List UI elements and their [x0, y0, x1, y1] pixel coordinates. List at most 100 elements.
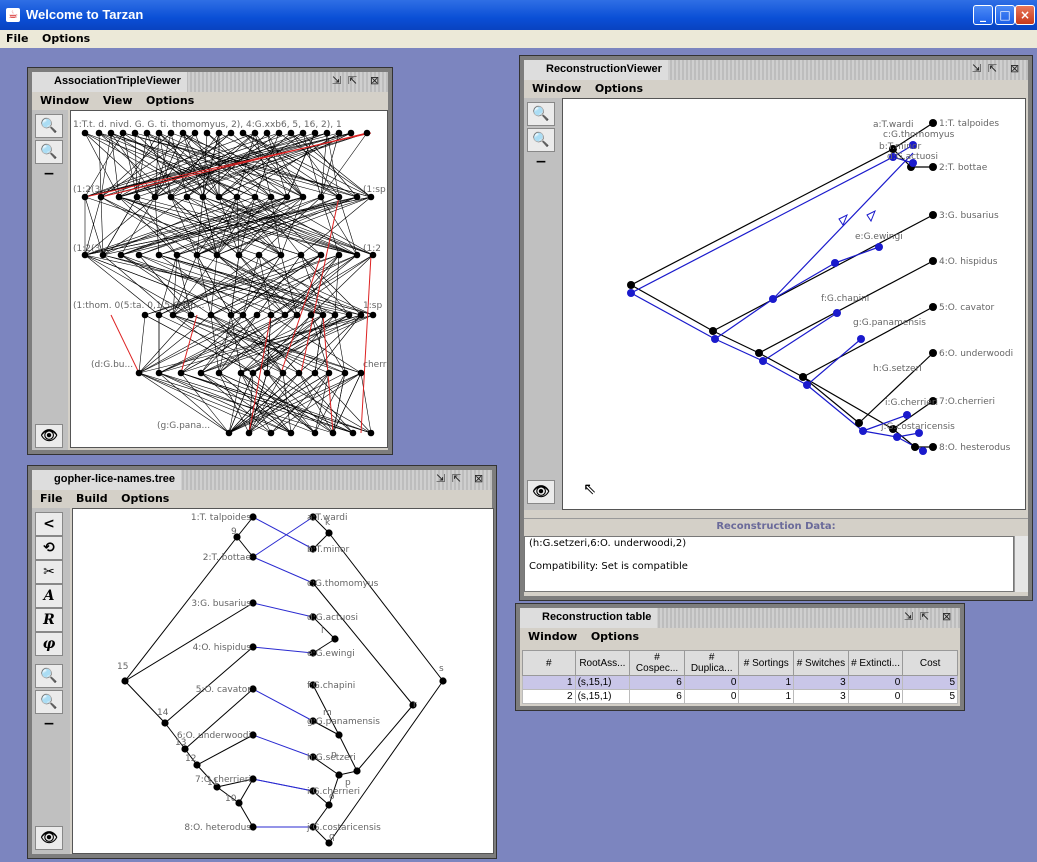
edge [762, 360, 808, 386]
zoom-in-icon[interactable]: 🔍+ [527, 102, 555, 144]
zoom-in-icon[interactable]: 🔍+ [35, 664, 63, 706]
parasite-label: i:G.cherrieri [885, 398, 938, 408]
menu-file[interactable]: File [0, 30, 33, 45]
parasite-label: j:G.costaricensis [880, 422, 955, 432]
menu-options[interactable]: Options [591, 80, 649, 95]
col-duplica[interactable]: # Duplica... [683, 650, 740, 676]
close-icon[interactable]: ⊠ [474, 472, 483, 485]
col-extincti[interactable]: # Extincti... [847, 650, 904, 676]
col-sortings[interactable]: # Sortings [738, 650, 795, 676]
assoc-canvas[interactable]: 1:T.t. d. nivd. G. G. ti. thomomyus, 2),… [70, 110, 388, 448]
maximize-button[interactable]: □ [995, 5, 1015, 25]
table-row[interactable]: 2 (s,15,1) 6 0 1 3 0 5 [522, 689, 958, 704]
recon-data-scrollbar[interactable] [1014, 536, 1028, 592]
host-label: 7:O.cherrieri [195, 775, 251, 785]
maximize-icon[interactable]: ⇱ [920, 610, 929, 623]
node [193, 251, 201, 259]
recon-canvas[interactable]: 1:T. talpoides 2:T. bottae 3:G. busarius 4:… [562, 98, 1026, 510]
inner-node-label: s [439, 664, 444, 674]
col-switches[interactable]: # Switches [793, 650, 849, 676]
tree-toolbar: < ⟲ ✂ A R φ 🔍+ 🔍− 👁 [32, 508, 70, 854]
node [225, 429, 233, 437]
edge [762, 312, 838, 362]
phi-icon[interactable]: φ [35, 632, 63, 656]
edge [712, 330, 760, 354]
iconify-icon[interactable]: ⇲ [972, 62, 981, 75]
menu-view[interactable]: View [99, 92, 139, 107]
host-label: 3:G. busarius [939, 211, 999, 221]
close-icon[interactable]: ⊠ [942, 610, 951, 623]
node [81, 251, 89, 259]
close-button[interactable]: × [1015, 5, 1035, 25]
rotate-icon[interactable]: ⟲ [35, 536, 63, 560]
parasite-label: h:G.setzeri [873, 364, 922, 374]
menu-file[interactable]: File [36, 490, 69, 505]
col-root-ass[interactable]: RootAss... [574, 650, 631, 676]
recon-data-text[interactable]: (h:G.setzeri,6:O. underwoodi,2) Compatib… [524, 536, 1014, 592]
inner-node-label: o [329, 792, 335, 802]
node [833, 309, 841, 317]
iconify-icon[interactable]: ⇲ [904, 610, 913, 623]
maximize-icon[interactable]: ⇱ [988, 62, 997, 75]
menu-window[interactable]: Window [36, 92, 95, 107]
zoom-out-icon[interactable]: 🔍− [35, 140, 63, 182]
col-cospec[interactable]: # Cospec... [629, 650, 685, 676]
data-line: Compatibility: Set is compatible [529, 561, 688, 572]
inner-node-label: 13 [175, 738, 186, 748]
host-label: 6:O. underwoodi [177, 731, 251, 741]
iconify-icon[interactable]: ⇲ [332, 74, 341, 87]
scissors-icon[interactable]: ✂ [35, 560, 63, 584]
menu-options[interactable]: Options [117, 490, 175, 505]
iconify-icon[interactable]: ⇲ [436, 472, 445, 485]
eye-icon[interactable]: 👁 [35, 826, 63, 850]
maximize-icon[interactable]: ⇱ [452, 472, 461, 485]
node [97, 193, 105, 201]
tree-window[interactable]: gopher-lice-names.tree ⇲ ⇱ ⊠ File Build … [27, 465, 497, 859]
node [311, 429, 319, 437]
eye-icon[interactable]: 👁 [527, 480, 555, 504]
zoom-in-icon[interactable]: 🔍+ [35, 114, 63, 156]
menu-options[interactable]: Options [142, 92, 200, 107]
tree-titlebar[interactable]: gopher-lice-names.tree ⇲ ⇱ ⊠ [32, 470, 492, 490]
recon-titlebar[interactable]: ReconstructionViewer ⇲ ⇱ ⊠ [524, 60, 1028, 80]
edge [630, 156, 894, 294]
menu-options[interactable]: Options [36, 30, 94, 45]
text-a-icon[interactable]: A [35, 584, 63, 608]
assoc-titlebar[interactable]: AssociationTripleViewer ⇲ ⇱ ⊠ [32, 72, 388, 92]
node [263, 369, 271, 377]
node [335, 193, 343, 201]
reconstruction-table-window[interactable]: Reconstruction table ⇲ ⇱ ⊠ Window Option… [515, 603, 965, 711]
node [81, 129, 89, 137]
maximize-icon[interactable]: ⇱ [348, 74, 357, 87]
col-number[interactable]: # [522, 650, 576, 676]
zoom-out-icon[interactable]: 🔍− [527, 128, 555, 170]
cell: 2 [522, 689, 576, 704]
menu-window[interactable]: Window [528, 80, 587, 95]
menu-window[interactable]: Window [524, 628, 583, 643]
host-label: 7:O.cherrieri [939, 397, 995, 407]
close-icon[interactable]: ⊠ [1010, 62, 1019, 75]
association-triple-viewer[interactable]: AssociationTripleViewer ⇲ ⇱ ⊠ Window Vie… [27, 67, 393, 455]
zoom-out-icon[interactable]: 🔍− [35, 690, 63, 732]
menu-build[interactable]: Build [72, 490, 114, 505]
edge [252, 734, 314, 758]
minimize-button[interactable]: _ [973, 5, 993, 25]
node [319, 311, 327, 319]
node [141, 311, 149, 319]
reconstruction-viewer[interactable]: ReconstructionViewer ⇲ ⇱ ⊠ Window Option… [519, 55, 1033, 601]
edge [356, 704, 414, 772]
tree-canvas[interactable]: 1:T. talpoides 2:T. bottae 3:G. busarius 4:… [72, 508, 494, 854]
menu-options[interactable]: Options [587, 628, 645, 643]
table-titlebar[interactable]: Reconstruction table ⇲ ⇱ ⊠ [520, 608, 960, 628]
close-icon[interactable]: ⊠ [370, 74, 379, 87]
reconstruction-table[interactable]: # RootAss... # Cospec... # Duplica... # … [522, 650, 958, 704]
eye-icon[interactable]: 👁 [35, 424, 63, 448]
table-row[interactable]: 1 (s,15,1) 6 0 1 3 0 5 [522, 675, 958, 690]
col-cost[interactable]: Cost [902, 650, 958, 676]
edge [252, 556, 314, 584]
share-icon[interactable]: < [35, 512, 63, 536]
parasite-label: b:T.minor [307, 545, 350, 555]
text-r-icon[interactable]: R [35, 608, 63, 632]
node [239, 129, 247, 137]
table-menubar: Window Options [520, 628, 960, 646]
